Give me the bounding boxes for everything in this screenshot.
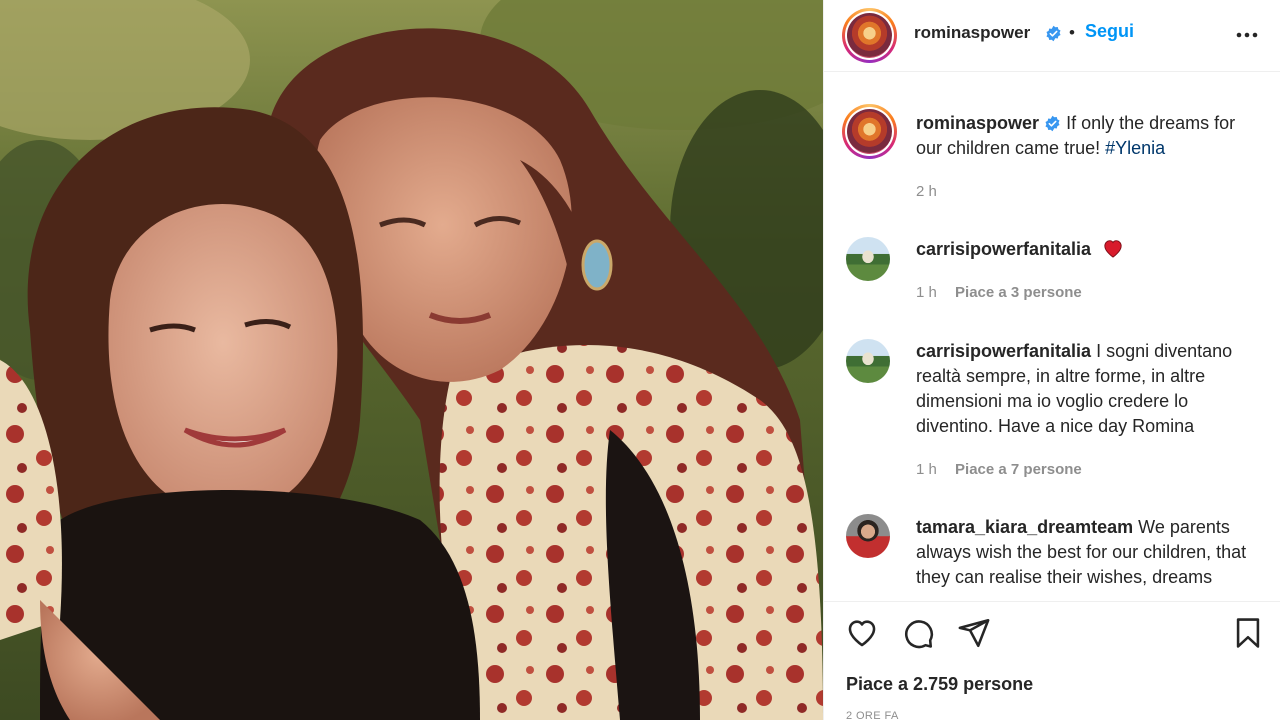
header-separator: • (1069, 23, 1075, 42)
commenter-avatar[interactable] (846, 339, 890, 383)
comment-meta: 1 h Piace a 7 persone (916, 461, 1096, 478)
follow-button[interactable]: Segui (1085, 21, 1134, 42)
post-header: rominaspower • Segui (824, 0, 1280, 72)
comment-likes[interactable]: Piace a 3 persone (955, 284, 1082, 301)
post-photo[interactable] (0, 0, 823, 720)
caption-text-block: rominaspower If only the dreams for our … (916, 111, 1266, 161)
post-likes-count[interactable]: Piace a 2.759 persone (846, 674, 1033, 695)
like-icon[interactable] (845, 616, 879, 650)
heart-emoji-icon (1104, 240, 1122, 258)
more-options-icon[interactable] (1234, 22, 1260, 48)
comments-list[interactable]: rominaspower If only the dreams for our … (824, 73, 1280, 601)
comment-text-block: carrisipowerfanitalia I sogni diventano … (916, 339, 1266, 439)
comment-time[interactable]: 1 h (916, 461, 937, 478)
comment-text-block: tamara_kiara_dreamteam We parents always… (916, 515, 1266, 590)
caption-meta: 2 h (916, 183, 951, 200)
share-icon[interactable] (957, 616, 991, 650)
post-time-ago: 2 ORE FA (846, 710, 899, 720)
comment-icon[interactable] (901, 616, 935, 650)
comment-time[interactable]: 1 h (916, 284, 937, 301)
caption-username[interactable]: rominaspower (916, 113, 1039, 133)
author-username[interactable]: rominaspower (914, 23, 1030, 43)
save-icon[interactable] (1231, 616, 1265, 650)
verified-badge-icon (1045, 115, 1060, 132)
comment-likes[interactable]: Piace a 7 persone (955, 461, 1082, 478)
author-avatar[interactable] (842, 8, 897, 63)
verified-badge-icon (1046, 25, 1061, 42)
caption-hashtag[interactable]: #Ylenia (1105, 138, 1165, 158)
post-photo-image (0, 0, 823, 720)
commenter-avatar[interactable] (846, 514, 890, 558)
commenter-avatar[interactable] (846, 237, 890, 281)
comment-username[interactable]: tamara_kiara_dreamteam (916, 517, 1133, 537)
comment-meta: 1 h Piace a 3 persone (916, 284, 1096, 301)
post-actions: Piace a 2.759 persone 2 ORE FA (824, 601, 1280, 720)
caption-avatar[interactable] (842, 104, 897, 159)
comment-username[interactable]: carrisipowerfanitalia (916, 239, 1091, 259)
post-sidebar: rominaspower • Segui rominaspower If onl… (823, 0, 1280, 720)
comment-text-block: carrisipowerfanitalia (916, 237, 1266, 262)
caption-time[interactable]: 2 h (916, 183, 937, 200)
comment-username[interactable]: carrisipowerfanitalia (916, 341, 1091, 361)
